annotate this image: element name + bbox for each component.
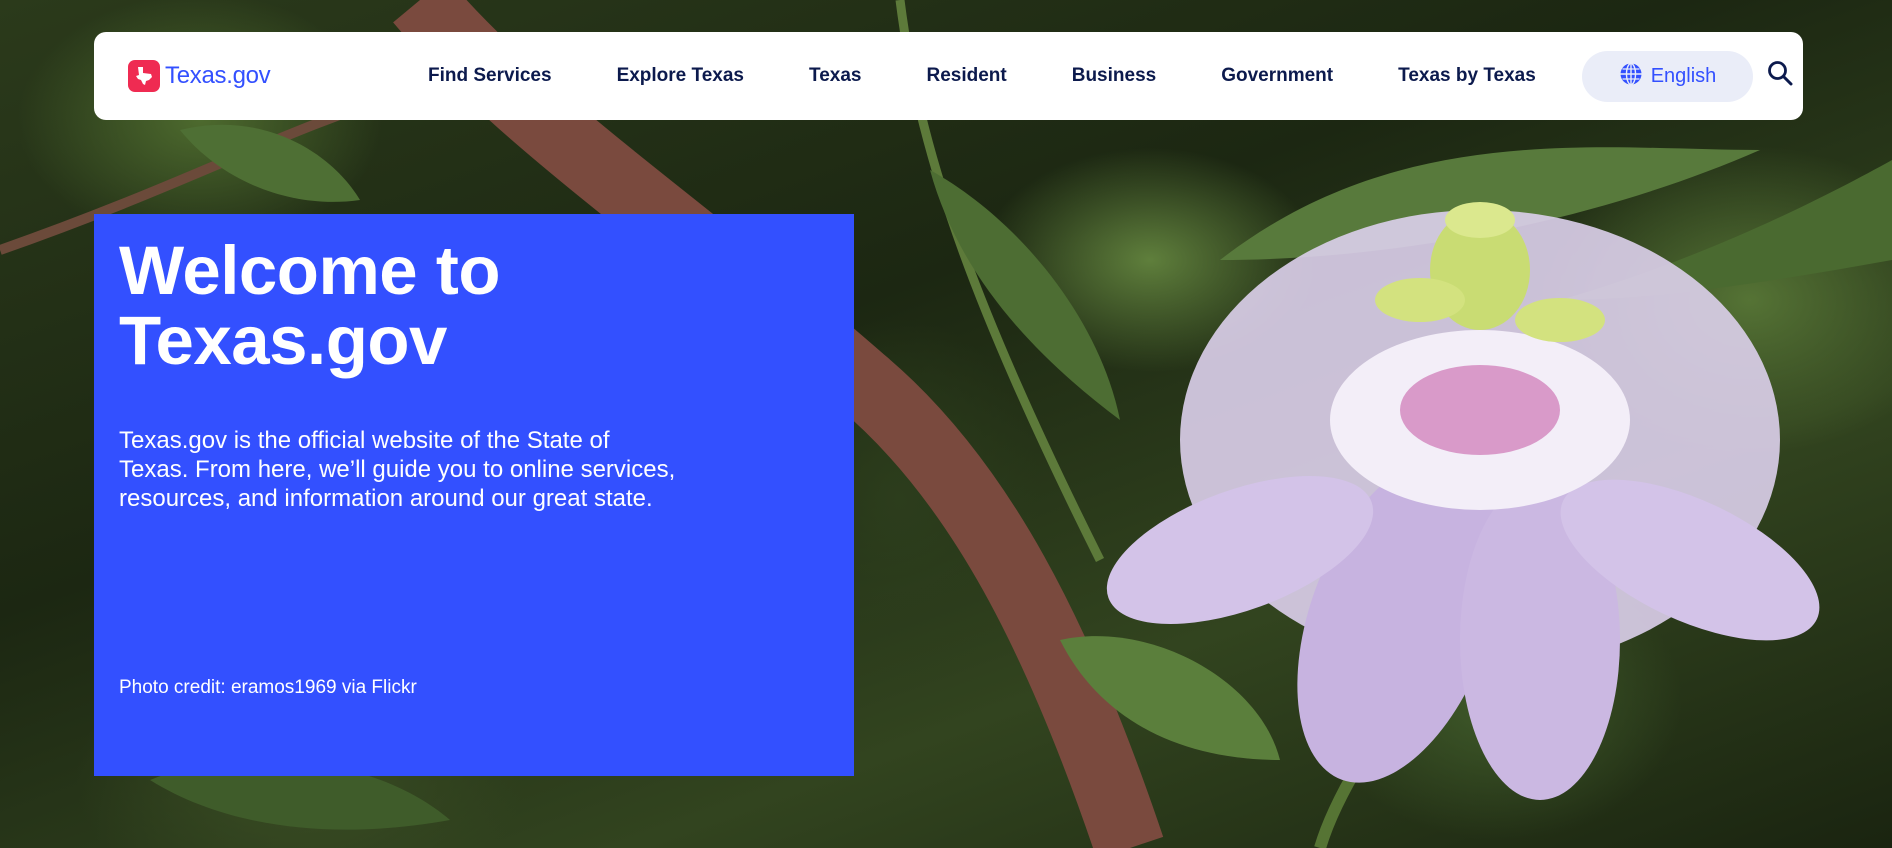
main-nav: Find Services Explore Texas Texas Reside…	[334, 32, 1536, 120]
site-header: Texas.gov Find Services Explore Texas Te…	[94, 32, 1803, 120]
welcome-hero-card: Welcome to Texas.gov Texas.gov is the of…	[94, 214, 854, 776]
search-icon	[1767, 60, 1793, 91]
nav-item-explore-texas[interactable]: Explore Texas	[617, 65, 744, 87]
photo-credit: Photo credit: eramos1969 via Flickr	[119, 677, 417, 698]
nav-item-business[interactable]: Business	[1072, 65, 1156, 87]
brand-home-link[interactable]: Texas.gov	[128, 60, 271, 92]
globe-icon	[1619, 62, 1643, 91]
brand-name: Texas.gov	[165, 62, 271, 89]
page-title: Welcome to Texas.gov	[119, 232, 500, 379]
nav-item-government[interactable]: Government	[1221, 65, 1333, 87]
language-label: English	[1650, 65, 1717, 87]
hero-description: Texas.gov is the official website of the…	[119, 427, 676, 512]
texas-state-icon	[128, 60, 160, 92]
nav-item-texas-by-texas[interactable]: Texas by Texas	[1398, 65, 1536, 87]
nav-item-resident[interactable]: Resident	[926, 65, 1006, 87]
search-button[interactable]	[1764, 59, 1796, 91]
language-selector-button[interactable]: English	[1582, 51, 1753, 102]
nav-item-texas[interactable]: Texas	[809, 65, 861, 87]
nav-item-find-services[interactable]: Find Services	[428, 65, 552, 87]
